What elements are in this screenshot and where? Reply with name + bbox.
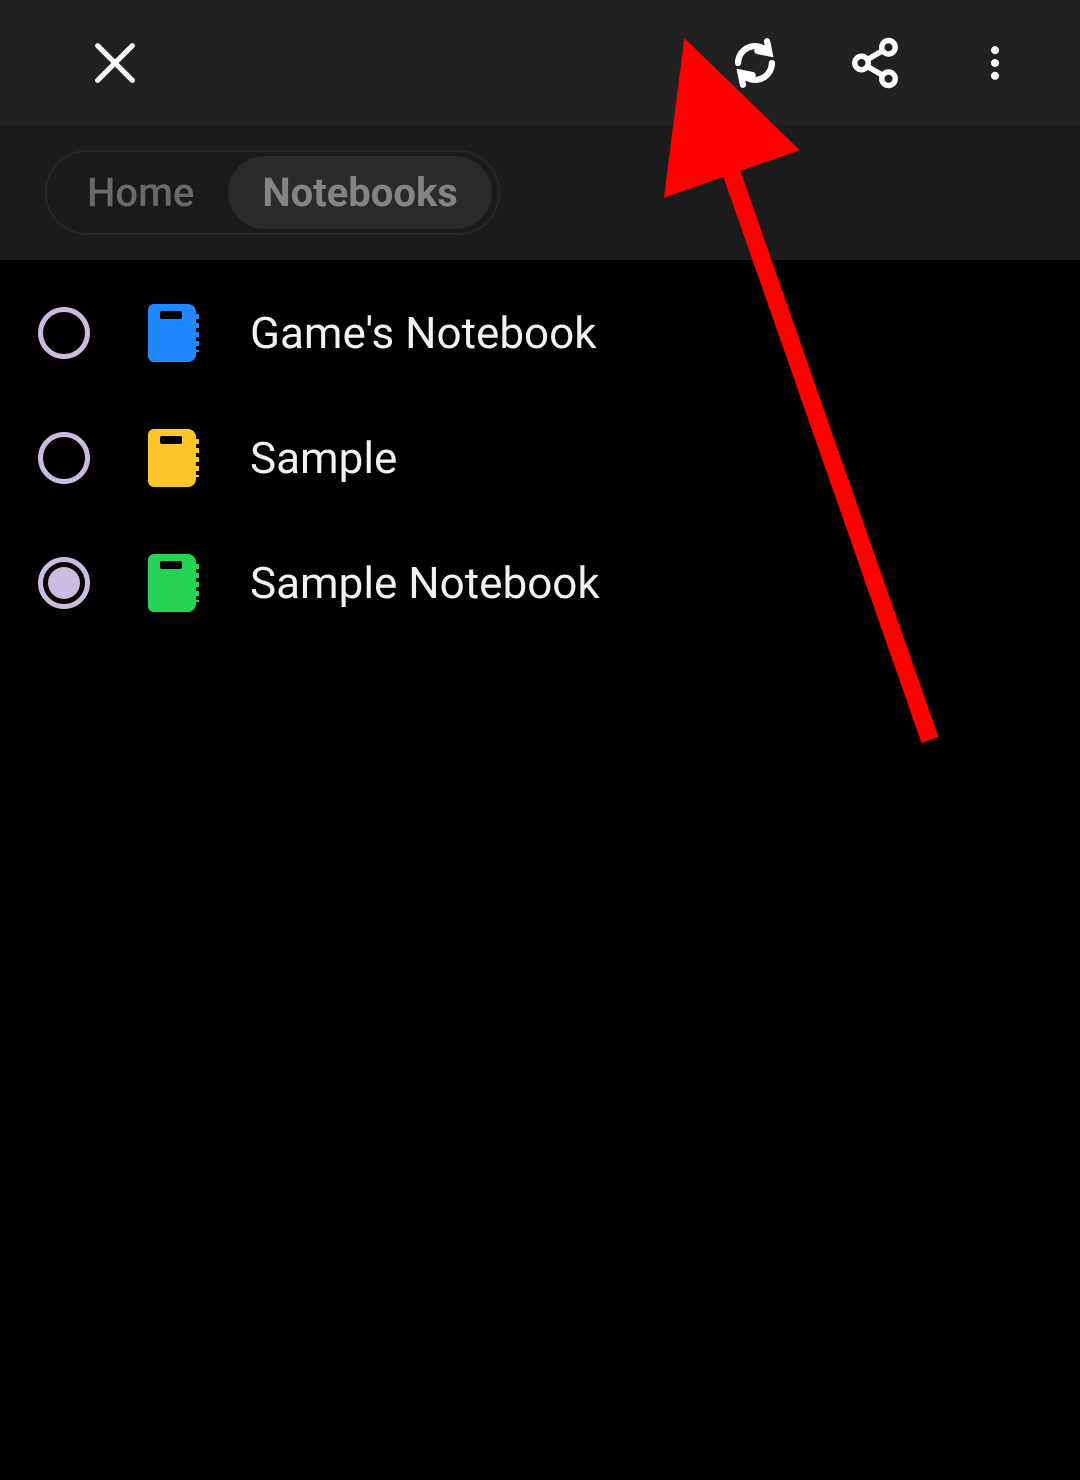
tab-notebooks[interactable]: Notebooks xyxy=(228,156,492,229)
radio-unselected[interactable] xyxy=(38,432,90,484)
notebook-icon xyxy=(148,554,196,612)
radio-selected[interactable] xyxy=(38,557,90,609)
share-button[interactable] xyxy=(830,18,920,108)
tab-home[interactable]: Home xyxy=(53,156,228,229)
tab-home-label: Home xyxy=(87,169,194,216)
tabs-region: Home Notebooks xyxy=(0,125,1080,260)
notebook-list: Game's Notebook Sample Sample Notebook xyxy=(0,260,1080,645)
close-button[interactable] xyxy=(70,18,160,108)
list-item[interactable]: Sample xyxy=(0,395,1080,520)
more-vert-icon xyxy=(973,41,1017,85)
topbar xyxy=(0,0,1080,125)
notebook-icon xyxy=(148,304,196,362)
list-item[interactable]: Game's Notebook xyxy=(0,270,1080,395)
share-icon xyxy=(848,36,902,90)
sync-button[interactable] xyxy=(710,18,800,108)
sync-icon xyxy=(726,34,784,92)
close-icon xyxy=(89,37,141,89)
segmented-control: Home Notebooks xyxy=(45,150,500,235)
notebook-icon xyxy=(148,429,196,487)
more-button[interactable] xyxy=(950,18,1040,108)
notebook-label: Sample xyxy=(250,432,397,484)
notebook-label: Sample Notebook xyxy=(250,557,600,609)
radio-unselected[interactable] xyxy=(38,307,90,359)
notebook-label: Game's Notebook xyxy=(250,307,597,359)
list-item[interactable]: Sample Notebook xyxy=(0,520,1080,645)
tab-notebooks-label: Notebooks xyxy=(262,169,458,216)
